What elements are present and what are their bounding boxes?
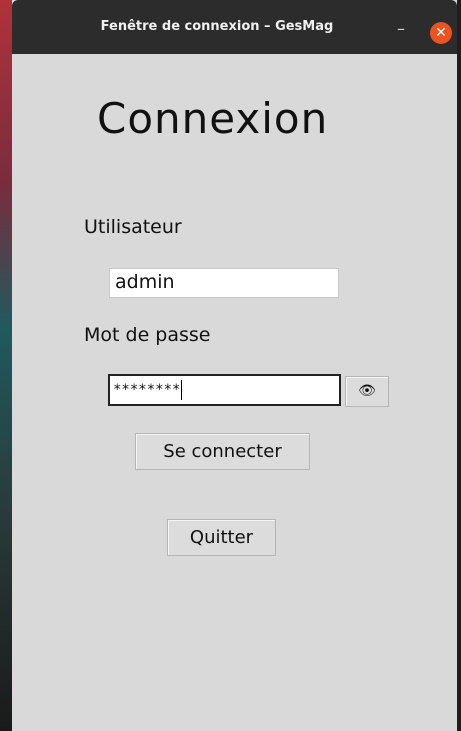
password-input[interactable]: ********: [108, 374, 341, 406]
close-icon[interactable]: ✕: [430, 22, 452, 44]
login-window: Fenêtre de connexion – GesMag – ✕ Connex…: [12, 0, 457, 731]
username-label: Utilisateur: [84, 216, 182, 238]
minimize-icon[interactable]: –: [394, 21, 408, 37]
window-titlebar[interactable]: Fenêtre de connexion – GesMag – ✕: [12, 0, 457, 54]
text-caret: [181, 380, 183, 400]
eye-icon: 👁: [358, 383, 376, 399]
quit-button[interactable]: Quitter: [167, 519, 276, 556]
window-title: Fenêtre de connexion – GesMag: [100, 19, 334, 34]
password-label: Mot de passe: [84, 324, 211, 346]
desktop-background: [0, 0, 12, 731]
toggle-password-visibility-button[interactable]: 👁: [345, 376, 389, 407]
login-button[interactable]: Se connecter: [135, 433, 310, 470]
password-masked-value: ********: [113, 382, 181, 398]
page-title: Connexion: [97, 94, 329, 143]
username-input[interactable]: admin: [109, 268, 339, 298]
desktop-background-right: [457, 0, 461, 731]
